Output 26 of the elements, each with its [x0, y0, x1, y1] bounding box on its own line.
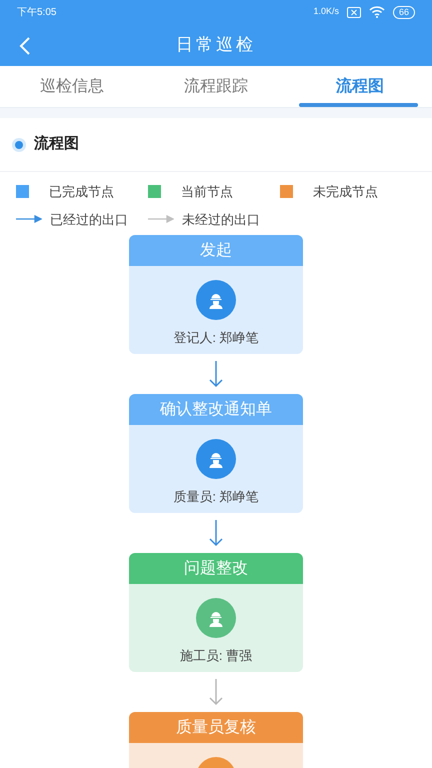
legend-label: 已完成节点 — [49, 183, 114, 201]
tab[interactable]: 流程跟踪 — [144, 66, 288, 107]
page-title: 日常巡检 — [176, 34, 256, 56]
tab[interactable]: 流程图 — [288, 66, 432, 107]
node-person: 质量员: 郑峥笔 — [173, 488, 259, 506]
node-person: 施工员: 曹强 — [180, 647, 252, 665]
node-person: 登记人: 郑峥笔 — [173, 329, 259, 347]
sim-icon — [346, 6, 361, 18]
legend-label: 未完成节点 — [313, 183, 378, 201]
wifi-icon — [368, 6, 385, 18]
network-speed: 1.0K/s — [313, 5, 339, 18]
battery-level: 66 — [392, 6, 415, 18]
node-title: 质量员复核 — [129, 712, 303, 743]
legend-label: 当前节点 — [181, 183, 233, 201]
section-title: 流程图 — [34, 134, 79, 154]
legend-label: 已经过的出口 — [50, 210, 128, 228]
status-time: 下午5:05 — [17, 6, 56, 20]
legend-label: 未经过的出口 — [182, 210, 260, 228]
worker-icon — [207, 609, 225, 627]
worker-icon — [207, 450, 225, 468]
node-title: 确认整改通知单 — [129, 394, 303, 425]
tab[interactable]: 巡检信息 — [0, 66, 144, 107]
section-dot-icon — [12, 138, 26, 152]
node-title: 发起 — [129, 235, 303, 266]
node-title: 问题整改 — [129, 553, 303, 584]
worker-icon — [207, 291, 225, 309]
